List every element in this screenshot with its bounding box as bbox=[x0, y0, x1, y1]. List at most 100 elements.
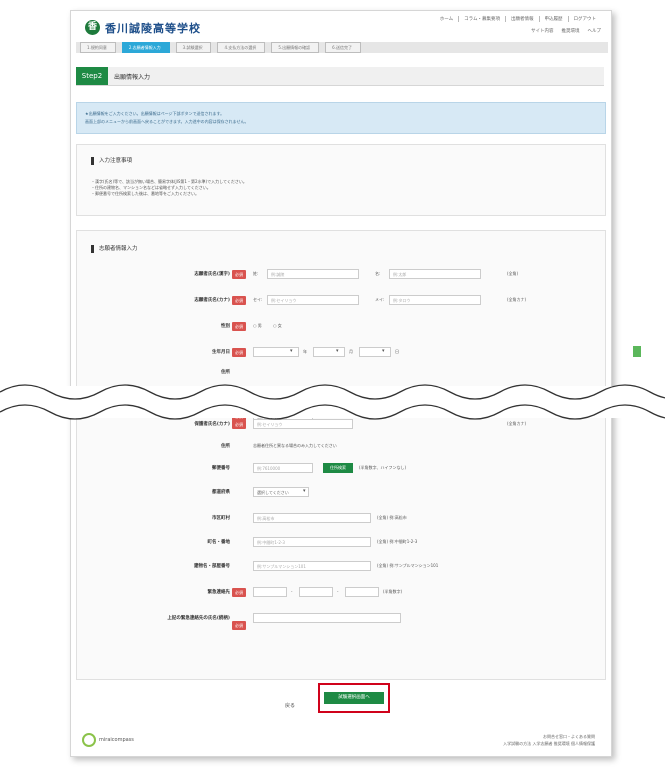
field-note: (半角数字) bbox=[383, 589, 403, 594]
phone-3-input[interactable] bbox=[345, 587, 379, 597]
next-step-button[interactable]: 試験選択画面へ bbox=[324, 692, 384, 704]
form-heading: 志願者情報入力 bbox=[91, 245, 138, 253]
field-label: 上記の緊急連絡先の氏名(続柄) bbox=[167, 616, 230, 621]
address-search-2-button[interactable]: 住所検索 bbox=[323, 463, 353, 473]
row-address2-head: 住所 志願者住所と異なる場合のみ入力してください bbox=[77, 441, 605, 453]
field-note: (全角) bbox=[507, 271, 519, 276]
name-sei-input[interactable]: 例:誠陵 bbox=[267, 269, 359, 279]
field-note: (全角) 例:高松市 bbox=[377, 515, 407, 520]
step-item: 6.送信完了 bbox=[325, 42, 361, 53]
field-note: 志願者住所と異なる場合のみ入力してください bbox=[253, 443, 337, 448]
birth-month-select[interactable] bbox=[313, 347, 345, 357]
chevron-down-icon: ▾ bbox=[336, 348, 339, 354]
next-button-highlight: 試験選択画面へ bbox=[318, 683, 390, 713]
miraicompass-logo-icon bbox=[82, 733, 96, 747]
field-label: 住所 bbox=[221, 370, 230, 375]
row-city: 市区町村 例:高松市 (全角) 例:高松市 bbox=[77, 513, 605, 525]
field-label: 町名・番地 bbox=[207, 540, 231, 545]
header-sub-link[interactable]: ヘルプ bbox=[588, 28, 602, 34]
mei-label: 名: bbox=[375, 271, 381, 276]
radio-female[interactable]: ○ 女 bbox=[273, 323, 282, 329]
field-label: 生年月日 bbox=[212, 350, 230, 355]
field-label: 都道府県 bbox=[212, 490, 230, 495]
page-title: 出願情報入力 bbox=[114, 74, 151, 81]
required-badge: 必須 bbox=[232, 621, 246, 630]
row-phone: 緊急連絡先 必須 - - (半角数字) bbox=[77, 587, 605, 599]
footer-links: お問合せ窓口・よくある質問 入学試験の方法 入学志願者 推奨環境 個人情報保護 bbox=[503, 733, 595, 747]
footer-link[interactable]: 入学試験の方法 入学志願者 推奨環境 個人情報保護 bbox=[503, 740, 595, 747]
radio-male[interactable]: ○ 男 bbox=[253, 323, 262, 329]
row-gender: 性別 必須 ○ 男 ○ 女 bbox=[77, 321, 605, 333]
info-line: ★出願情報をご入力ください。出願情報はページ下部ボタンで送信されます。 bbox=[85, 111, 225, 116]
required-badge: 必須 bbox=[232, 270, 246, 279]
row-postal-code-2: 郵便番号 例:7610000 住所検索 (半角数字、ハイフンなし) bbox=[77, 463, 605, 475]
field-note: (全角) 例:中間町1-2-3 bbox=[377, 539, 418, 544]
step-item: 1.規約同意 bbox=[80, 42, 116, 53]
phone-separator: - bbox=[291, 589, 293, 594]
school-logo: 香 bbox=[85, 20, 100, 35]
header-link[interactable]: 出願者情報 bbox=[505, 16, 539, 22]
field-note: (全角) 例:サンプルマンション101 bbox=[377, 563, 439, 568]
required-badge: 必須 bbox=[232, 296, 246, 305]
info-line: 画面上部のメニューから前画面へ戻ることができます。入力途中の内容は保存されません… bbox=[85, 119, 249, 124]
header-link[interactable]: ホーム bbox=[435, 16, 458, 22]
page-title-bar: Step2 出願情報入力 bbox=[76, 67, 604, 86]
header-top-links: ホーム コラム・募集要項 出願者情報 申込履歴 ログアウト bbox=[435, 16, 601, 22]
notice-text: ・漢字(氏名)等で、該当が無い場合、簡易字体(JIS第1・第2水準)で入力してく… bbox=[91, 179, 247, 197]
footer-link[interactable]: お問合せ窓口・よくある質問 bbox=[503, 733, 595, 740]
info-message-box: ★出願情報をご入力ください。出願情報はページ下部ボタンで送信されます。 画面上部… bbox=[76, 102, 606, 134]
school-name: 香川誠陵高等学校 bbox=[105, 22, 201, 35]
required-badge: 必須 bbox=[232, 348, 246, 357]
required-badge: 必須 bbox=[232, 588, 246, 597]
phone-2-input[interactable] bbox=[299, 587, 333, 597]
chevron-down-icon: ▾ bbox=[303, 488, 306, 494]
kana-mei-input[interactable]: 例:タロウ bbox=[389, 295, 481, 305]
sei-label: 姓: bbox=[253, 271, 259, 276]
header-link[interactable]: ログアウト bbox=[567, 16, 602, 22]
footer-brand: miraicompass bbox=[99, 737, 134, 743]
notice-heading: 入力注意事項 bbox=[91, 157, 132, 165]
field-label: 郵便番号 bbox=[212, 466, 230, 471]
emergency-name-input[interactable] bbox=[253, 613, 401, 623]
step-item: 5.出願情報の確認 bbox=[271, 42, 320, 53]
unit-day: 日 bbox=[395, 349, 399, 354]
header-sub-link[interactable]: サイト内容 bbox=[531, 28, 554, 34]
unit-month: 月 bbox=[349, 349, 353, 354]
phone-separator: - bbox=[337, 589, 339, 594]
row-emergency-name: 上記の緊急連絡先の氏名(続柄) 必須 bbox=[77, 613, 605, 630]
row-street: 町名・番地 例:中間町1-2-3 (全角) 例:中間町1-2-3 bbox=[77, 537, 605, 549]
header-link[interactable]: コラム・募集要項 bbox=[458, 16, 505, 22]
field-label: 志願者氏名(カナ) bbox=[194, 298, 230, 303]
phone-1-input[interactable] bbox=[253, 587, 287, 597]
header-sub-link[interactable]: 推奨環境 bbox=[562, 28, 580, 34]
field-label: 住所 bbox=[221, 444, 230, 449]
street-input[interactable]: 例:中間町1-2-3 bbox=[253, 537, 371, 547]
mei-label: メイ: bbox=[375, 297, 385, 302]
step-item: 3.試験選択 bbox=[175, 42, 212, 53]
kana-sei-input[interactable]: 例:セイリョウ bbox=[267, 295, 359, 305]
name-mei-input[interactable]: 例:太郎 bbox=[389, 269, 481, 279]
field-label: 建物名・部屋番号 bbox=[194, 564, 230, 569]
step-badge: Step2 bbox=[76, 67, 108, 85]
row-building: 建物名・部屋番号 例:サンプルマンション101 (全角) 例:サンプルマンション… bbox=[77, 561, 605, 573]
field-label: 市区町村 bbox=[212, 516, 230, 521]
building-input[interactable]: 例:サンプルマンション101 bbox=[253, 561, 371, 571]
postal-code-2-input[interactable]: 例:7610000 bbox=[253, 463, 313, 473]
birth-day-select[interactable] bbox=[359, 347, 391, 357]
step-item: 4.支払方法の選択 bbox=[217, 42, 266, 53]
field-note: (半角数字、ハイフンなし) bbox=[359, 465, 407, 470]
row-birthday: 生年月日 必須 ▾ 年 ▾ 月 ▾ 日 bbox=[77, 347, 605, 359]
back-link[interactable]: 戻る bbox=[285, 702, 295, 709]
prefecture-2-select[interactable]: 選択してください bbox=[253, 487, 309, 497]
unit-year: 年 bbox=[303, 349, 307, 354]
sei-label: セイ: bbox=[253, 297, 263, 302]
header-sub-links: サイト内容 推奨環境 ヘルプ bbox=[531, 28, 601, 34]
header-link[interactable]: 申込履歴 bbox=[538, 16, 568, 22]
row-name-kanji: 志願者氏名(漢字) 必須 姓: 例:誠陵 名: 例:太郎 (全角) bbox=[77, 269, 605, 281]
city-input[interactable]: 例:高松市 bbox=[253, 513, 371, 523]
applicant-form: 志願者情報入力 志願者氏名(漢字) 必須 姓: 例:誠陵 名: 例:太郎 (全角… bbox=[76, 230, 606, 680]
radio-label: 男 bbox=[257, 323, 262, 328]
notice-line: ・郵便番号で住所検索した後は、番地等をご入力ください。 bbox=[91, 191, 199, 196]
side-marker bbox=[633, 346, 641, 357]
notice-section: 入力注意事項 ・漢字(氏名)等で、該当が無い場合、簡易字体(JIS第1・第2水準… bbox=[76, 144, 606, 216]
